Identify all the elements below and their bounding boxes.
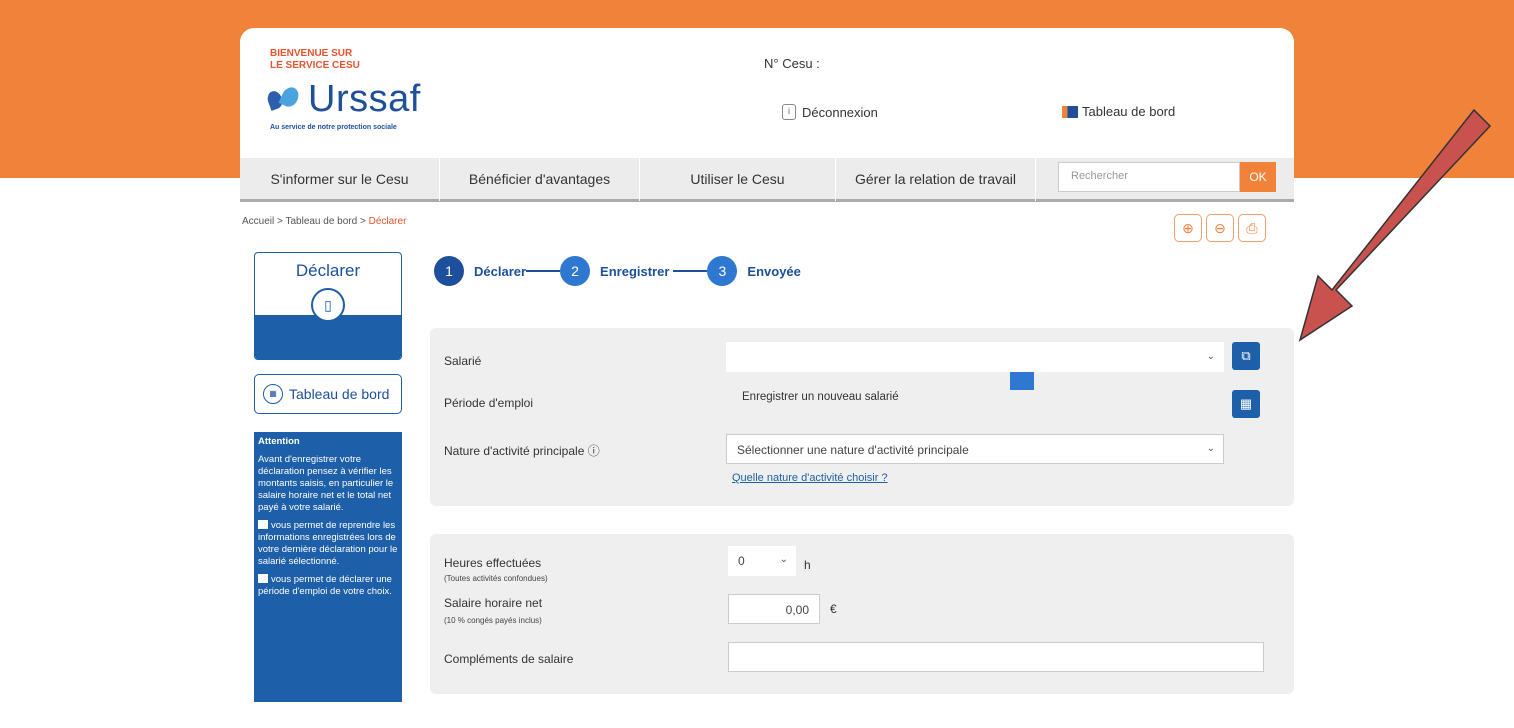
sidebar-dashboard-button[interactable]: ▦ Tableau de bord <box>254 374 402 414</box>
nature-select[interactable]: Sélectionner une nature d'activité princ… <box>726 434 1224 464</box>
page-tools: ⊕ ⊖ ⎙ <box>1174 214 1266 242</box>
search-input[interactable]: Rechercher <box>1058 162 1240 192</box>
nav-item-informer[interactable]: S'informer sur le Cesu <box>240 156 440 201</box>
complements-input[interactable] <box>728 642 1264 672</box>
calendar-icon <box>258 574 268 583</box>
welcome-text: BIENVENUE SUR LE SERVICE CESU <box>270 48 360 72</box>
complements-label: Compléments de salaire <box>444 652 574 666</box>
breadcrumb-current: Déclarer <box>368 216 407 227</box>
step-2-number: 2 <box>560 256 591 286</box>
logo-tagline: Au service de notre protection sociale <box>270 124 397 131</box>
nav-item-avantages[interactable]: Bénéficier d'avantages <box>440 156 640 201</box>
urssaf-logo-icon <box>265 84 302 115</box>
attention-text-2: vous permet de reprendre les information… <box>258 520 398 567</box>
attention-panel: Attention Avant d'enregistrer votre décl… <box>254 432 402 702</box>
copy-icon <box>258 520 268 529</box>
nature-label: Nature d'activité principale ⓘ <box>444 444 600 458</box>
lock-icon: i <box>782 104 796 120</box>
calendar-button[interactable]: ▦ <box>1232 390 1260 418</box>
salary-panel: Heures effectuées (Toutes activités conf… <box>430 534 1294 694</box>
print-icon[interactable]: ⎙ <box>1238 214 1266 242</box>
step-indicator: 1 Déclarer 2 Enregistrer 3 Envoyée <box>434 256 801 286</box>
nature-help-link[interactable]: Quelle nature d'activité choisir ? <box>732 472 888 484</box>
urssaf-logo[interactable]: Urssaf <box>265 78 421 121</box>
logo-text: Urssaf <box>308 78 421 120</box>
annotation-arrow <box>1298 108 1492 342</box>
attention-title: Attention <box>258 436 300 447</box>
arrow-shape <box>1298 108 1492 342</box>
salaire-unit: € <box>830 602 837 616</box>
copy-last-declaration-button[interactable]: ⧉ <box>1232 342 1260 370</box>
breadcrumb-dashboard[interactable]: Tableau de bord <box>285 216 357 227</box>
chevron-down-icon: ⌄ <box>1206 351 1215 362</box>
search-ok-button[interactable]: OK <box>1240 162 1276 192</box>
breadcrumb: Accueil > Tableau de bord > Déclarer <box>242 216 407 227</box>
main-card: BIENVENUE SUR LE SERVICE CESU Urssaf Au … <box>240 28 1294 728</box>
periode-label: Période d'emploi <box>444 396 534 410</box>
dropdown-scrollbar[interactable] <box>1010 372 1034 390</box>
help-icon[interactable]: ⓘ <box>588 444 600 458</box>
devices-icon: ▯ <box>311 288 345 322</box>
step-connector <box>673 270 708 272</box>
employee-panel: Salarié ⌄ ⧉ Période d'emploi ▦ Nature d'… <box>430 328 1294 506</box>
breadcrumb-home[interactable]: Accueil <box>242 216 274 227</box>
salarie-select[interactable]: ⌄ <box>726 342 1224 372</box>
heures-sub: (Toutes activités confondues) <box>444 574 548 583</box>
cesu-number-label: N° Cesu : <box>764 56 820 71</box>
step-3-label: Envoyée <box>747 263 801 279</box>
chevron-down-icon: ⌄ <box>1206 443 1215 454</box>
heures-label: Heures effectuées <box>444 556 542 570</box>
zoom-out-icon[interactable]: ⊖ <box>1206 214 1234 242</box>
salarie-label: Salarié <box>444 354 482 368</box>
attention-text-1: Avant d'enregistrer votre déclaration pe… <box>258 454 394 513</box>
step-2-label: Enregistrer <box>600 263 670 279</box>
nav-item-utiliser[interactable]: Utiliser le Cesu <box>640 156 836 201</box>
sidebar-dashboard-label: Tableau de bord <box>289 386 390 402</box>
logout-link[interactable]: i Déconnexion <box>782 104 878 120</box>
dashboard-label: Tableau de bord <box>1082 104 1176 119</box>
attention-text-3: vous permet de déclarer une période d'em… <box>258 574 392 597</box>
dashboard-icon <box>1062 105 1078 118</box>
step-connector <box>526 270 561 272</box>
welcome-line-2: LE SERVICE CESU <box>270 60 360 71</box>
step-1-label: Déclarer <box>474 263 527 279</box>
zoom-in-icon[interactable]: ⊕ <box>1174 214 1202 242</box>
logout-label: Déconnexion <box>802 104 878 120</box>
dashboard-icon: ▦ <box>263 384 283 404</box>
welcome-line-1: BIENVENUE SUR <box>270 48 353 59</box>
heures-unit: h <box>804 558 811 572</box>
dropdown-option-new-employee[interactable]: Enregistrer un nouveau salarié <box>742 391 899 403</box>
heures-select[interactable]: 0 ⌄ <box>728 546 796 576</box>
salaire-sub: (10 % congés payés inclus) <box>444 616 542 625</box>
salaire-input[interactable]: 0,00 <box>728 594 820 624</box>
step-1-number: 1 <box>434 256 464 286</box>
salaire-label: Salaire horaire net <box>444 596 543 610</box>
nav-item-relation[interactable]: Gérer la relation de travail <box>836 156 1036 201</box>
chevron-down-icon: ⌄ <box>779 554 788 565</box>
step-3-number: 3 <box>707 256 738 286</box>
dashboard-link[interactable]: Tableau de bord <box>1062 104 1175 119</box>
